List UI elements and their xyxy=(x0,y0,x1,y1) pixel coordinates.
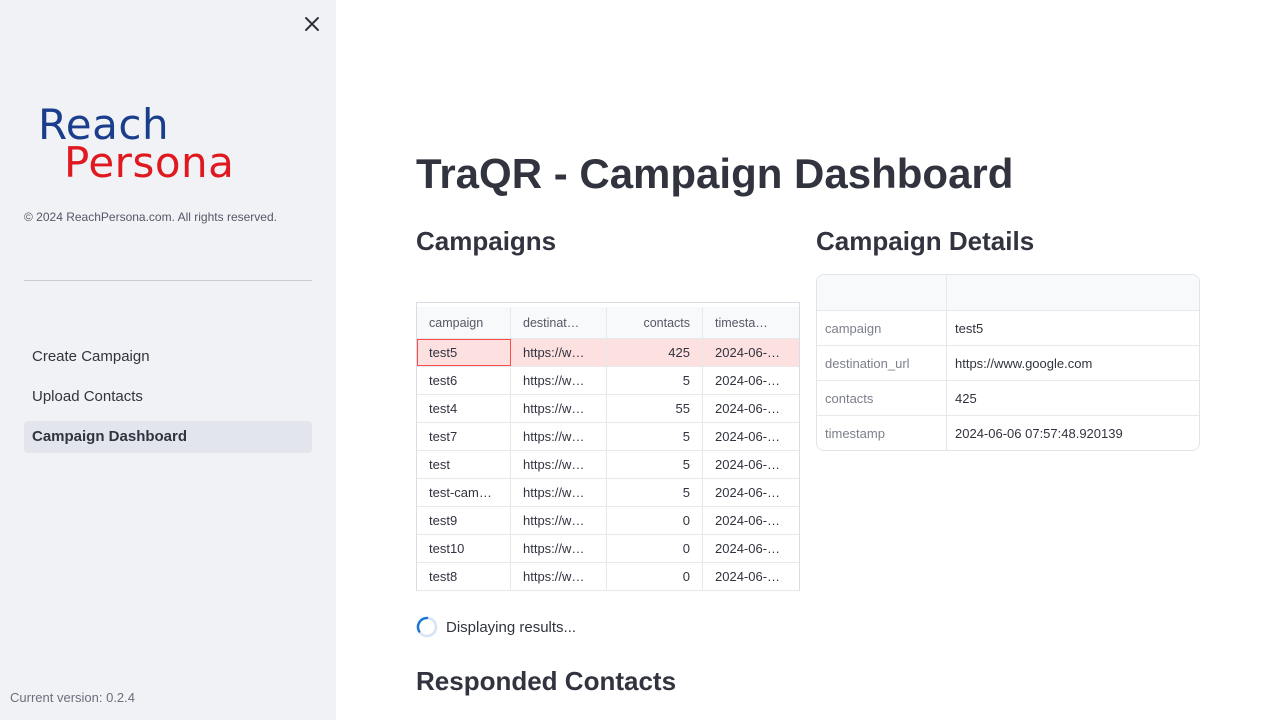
cell-contacts[interactable]: 0 xyxy=(607,563,703,590)
cell-destination[interactable]: https://w… xyxy=(511,367,607,394)
nav-item-upload-contacts[interactable]: Upload Contacts xyxy=(24,381,312,413)
column-header-timestamp[interactable]: timesta… xyxy=(703,307,799,338)
table-row[interactable]: test https://w… 5 2024-06-0… xyxy=(417,451,799,479)
cell-campaign[interactable]: test8 xyxy=(417,563,511,590)
cell-timestamp[interactable]: 2024-06-0… xyxy=(703,423,799,450)
campaign-details-heading: Campaign Details xyxy=(816,226,1035,256)
cell-timestamp[interactable]: 2024-06-0… xyxy=(703,563,799,590)
details-header-value xyxy=(947,275,1199,310)
cell-timestamp[interactable]: 2024-06-0… xyxy=(703,507,799,534)
details-header-row xyxy=(817,275,1199,311)
cell-campaign[interactable]: test-camp… xyxy=(417,479,511,506)
details-value: 2024-06-06 07:57:48.920139 xyxy=(955,426,1123,441)
cell-timestamp[interactable]: 2024-06-0… xyxy=(703,451,799,478)
cell-timestamp[interactable]: 2024-06-0… xyxy=(703,395,799,422)
details-key: contacts xyxy=(817,381,947,415)
responded-contacts-heading: Responded Contacts xyxy=(416,666,677,696)
column-header-destination[interactable]: destinat… xyxy=(511,307,607,338)
cell-destination[interactable]: https://w… xyxy=(511,451,607,478)
cell-timestamp[interactable]: 2024-06-0… xyxy=(703,367,799,394)
version-text: Current version: 0.2.4 xyxy=(10,690,136,705)
cell-timestamp[interactable]: 2024-06-0… xyxy=(703,339,799,366)
cell-destination[interactable]: https://w… xyxy=(511,423,607,450)
cell-campaign[interactable]: test xyxy=(417,451,511,478)
table-row[interactable]: test-camp… https://w… 5 2024-06-0… xyxy=(417,479,799,507)
cell-campaign[interactable]: test7 xyxy=(417,423,511,450)
sidebar: Reach Persona © 2024 ReachPersona.com. A… xyxy=(0,0,336,720)
details-value: 425 xyxy=(955,390,977,406)
cell-destination[interactable]: https://w… xyxy=(511,395,607,422)
cell-destination[interactable]: https://w… xyxy=(511,507,607,534)
campaign-details-table: campaign test5 destination_url https://www.… xyxy=(816,274,1200,451)
logo: Reach Persona xyxy=(38,104,300,184)
cell-destination[interactable]: https://w… xyxy=(511,535,607,562)
cell-timestamp[interactable]: 2024-06-0… xyxy=(703,535,799,562)
sidebar-nav: Create Campaign Upload Contacts Campaign… xyxy=(24,341,312,461)
details-header-key xyxy=(817,275,947,310)
campaigns-heading: Campaigns xyxy=(416,226,557,256)
details-key: campaign xyxy=(817,311,947,345)
table-row[interactable]: test10 https://w… 0 2024-06-0… xyxy=(417,535,799,563)
nav-item-create-campaign[interactable]: Create Campaign xyxy=(24,341,312,373)
spinner-icon xyxy=(416,616,438,638)
column-header-campaign[interactable]: campaign xyxy=(417,307,511,338)
cell-contacts[interactable]: 0 xyxy=(607,507,703,534)
column-header-contacts[interactable]: contacts xyxy=(607,307,703,338)
status-indicator: Displaying results... xyxy=(416,616,576,638)
table-header: campaign destinat… contacts timesta… xyxy=(417,307,799,339)
status-text: Displaying results... xyxy=(446,618,577,636)
cell-destination[interactable]: https://w… xyxy=(511,479,607,506)
copyright-text: © 2024 ReachPersona.com. All rights rese… xyxy=(24,210,277,224)
details-row: campaign test5 xyxy=(817,311,1199,346)
details-value: test5 xyxy=(955,320,984,336)
cell-contacts[interactable]: 5 xyxy=(607,451,703,478)
cell-campaign[interactable]: test5 xyxy=(417,339,511,366)
details-key: timestamp xyxy=(817,416,947,450)
nav-item-campaign-dashboard[interactable]: Campaign Dashboard xyxy=(24,421,312,453)
table-row[interactable]: test7 https://w… 5 2024-06-0… xyxy=(417,423,799,451)
details-row: timestamp 2024-06-06 07:57:48.920139 xyxy=(817,416,1199,450)
details-row: destination_url https://www.google.com xyxy=(817,346,1199,381)
cell-contacts[interactable]: 425 xyxy=(607,339,703,366)
details-key: destination_url xyxy=(817,346,947,380)
cell-contacts[interactable]: 55 xyxy=(607,395,703,422)
details-value: https://www.google.com xyxy=(955,355,1093,371)
cell-destination[interactable]: https://w… xyxy=(511,563,607,590)
campaigns-table[interactable]: campaign destinat… contacts timesta… tes… xyxy=(416,302,800,591)
table-row[interactable]: test8 https://w… 0 2024-06-0… xyxy=(417,563,799,591)
details-row: contacts 425 xyxy=(817,381,1199,416)
cell-campaign[interactable]: test6 xyxy=(417,367,511,394)
close-icon xyxy=(305,17,319,31)
cell-destination[interactable]: https://w… xyxy=(511,339,607,366)
table-row[interactable]: test6 https://w… 5 2024-06-0… xyxy=(417,367,799,395)
cell-campaign[interactable]: test10 xyxy=(417,535,511,562)
close-sidebar-button[interactable] xyxy=(300,12,324,36)
page-title: TraQR - Campaign Dashboard xyxy=(416,150,1014,197)
cell-campaign[interactable]: test4 xyxy=(417,395,511,422)
cell-contacts[interactable]: 5 xyxy=(607,479,703,506)
cell-timestamp[interactable]: 2024-06-0… xyxy=(703,479,799,506)
cell-contacts[interactable]: 5 xyxy=(607,367,703,394)
cell-contacts[interactable]: 5 xyxy=(607,423,703,450)
table-row[interactable]: test4 https://w… 55 2024-06-0… xyxy=(417,395,799,423)
sidebar-divider xyxy=(24,280,312,281)
logo-line2: Persona xyxy=(64,138,235,187)
cell-campaign[interactable]: test9 xyxy=(417,507,511,534)
table-row[interactable]: test5 https://w… 425 2024-06-0… xyxy=(417,339,799,367)
table-row[interactable]: test9 https://w… 0 2024-06-0… xyxy=(417,507,799,535)
cell-contacts[interactable]: 0 xyxy=(607,535,703,562)
